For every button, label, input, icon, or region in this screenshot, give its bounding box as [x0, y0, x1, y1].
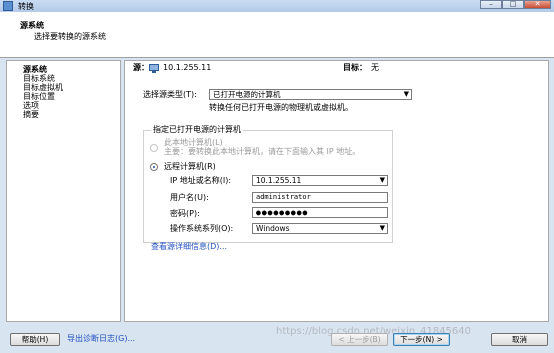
nav-item-target-system[interactable]: 目标系统 — [23, 74, 55, 83]
os-family-select[interactable]: Windows ▼ — [252, 223, 388, 234]
chevron-down-icon: ▼ — [379, 176, 385, 184]
remote-machine-label: 远程计算机(R) — [164, 162, 216, 171]
password-label: 密码(P): — [170, 209, 200, 218]
target-value: 无 — [371, 63, 379, 72]
source-value: 10.1.255.11 — [163, 63, 212, 72]
wizard-steps-nav: 源系统 目标系统 目标虚拟机 目标位置 选项 摘要 — [6, 60, 121, 322]
export-diagnostic-log-link[interactable]: 导出诊断日志(G)... — [67, 334, 135, 344]
help-button[interactable]: 帮助(H) — [10, 333, 60, 346]
ip-address-combobox[interactable]: 10.1.255.11 ▼ — [252, 175, 388, 186]
nav-item-target-vm[interactable]: 目标虚拟机 — [23, 83, 63, 92]
ip-value: 10.1.255.11 — [256, 176, 302, 185]
nav-item-target-location[interactable]: 目标位置 — [23, 92, 55, 101]
page-title: 源系统 — [20, 21, 44, 30]
nav-item-options[interactable]: 选项 — [23, 101, 39, 110]
nav-item-summary[interactable]: 摘要 — [23, 110, 39, 119]
group-title: 指定已打开电源的计算机 — [151, 125, 243, 135]
nav-item-source-system[interactable]: 源系统 — [23, 65, 47, 74]
cancel-button[interactable]: 取消 — [491, 333, 548, 346]
password-field[interactable]: ●●●●●●●●● — [252, 207, 388, 218]
username-label: 用户名(U): — [170, 193, 209, 202]
os-family-label: 操作系统系列(O): — [170, 224, 234, 233]
back-button[interactable]: < 上一步(B) — [331, 333, 388, 346]
local-machine-radio[interactable] — [150, 144, 158, 152]
window-title: 转换 — [18, 2, 34, 11]
page-subtitle: 选择要转换的源系统 — [34, 32, 106, 41]
next-button[interactable]: 下一步(N) > — [393, 333, 450, 346]
remote-machine-radio[interactable] — [150, 163, 158, 171]
source-label: 源： — [133, 63, 149, 72]
source-type-label: 选择源类型(T): — [143, 90, 197, 99]
maximize-button[interactable]: □ — [502, 0, 524, 9]
target-label: 目标： — [343, 63, 367, 72]
username-field[interactable]: administrator — [252, 192, 388, 203]
os-family-value: Windows — [256, 224, 290, 233]
minimize-button[interactable]: – — [480, 0, 502, 9]
app-icon — [3, 1, 13, 11]
computer-icon — [149, 64, 159, 73]
source-type-select[interactable]: 已打开电源的计算机 ▼ — [209, 89, 412, 100]
view-source-details-link[interactable]: 查看源详细信息(D)... — [151, 242, 227, 252]
local-machine-note: 主要：要转换此本地计算机，请在下面输入其 IP 地址。 — [164, 147, 361, 156]
close-button[interactable]: ✕ — [524, 0, 551, 9]
chevron-down-icon: ▼ — [403, 90, 409, 98]
source-type-value: 已打开电源的计算机 — [213, 90, 281, 99]
ip-label: IP 地址或名称(I): — [170, 176, 232, 185]
chevron-down-icon: ▼ — [379, 224, 385, 232]
source-type-hint: 转换任何已打开电源的物理机或虚拟机。 — [209, 103, 353, 112]
